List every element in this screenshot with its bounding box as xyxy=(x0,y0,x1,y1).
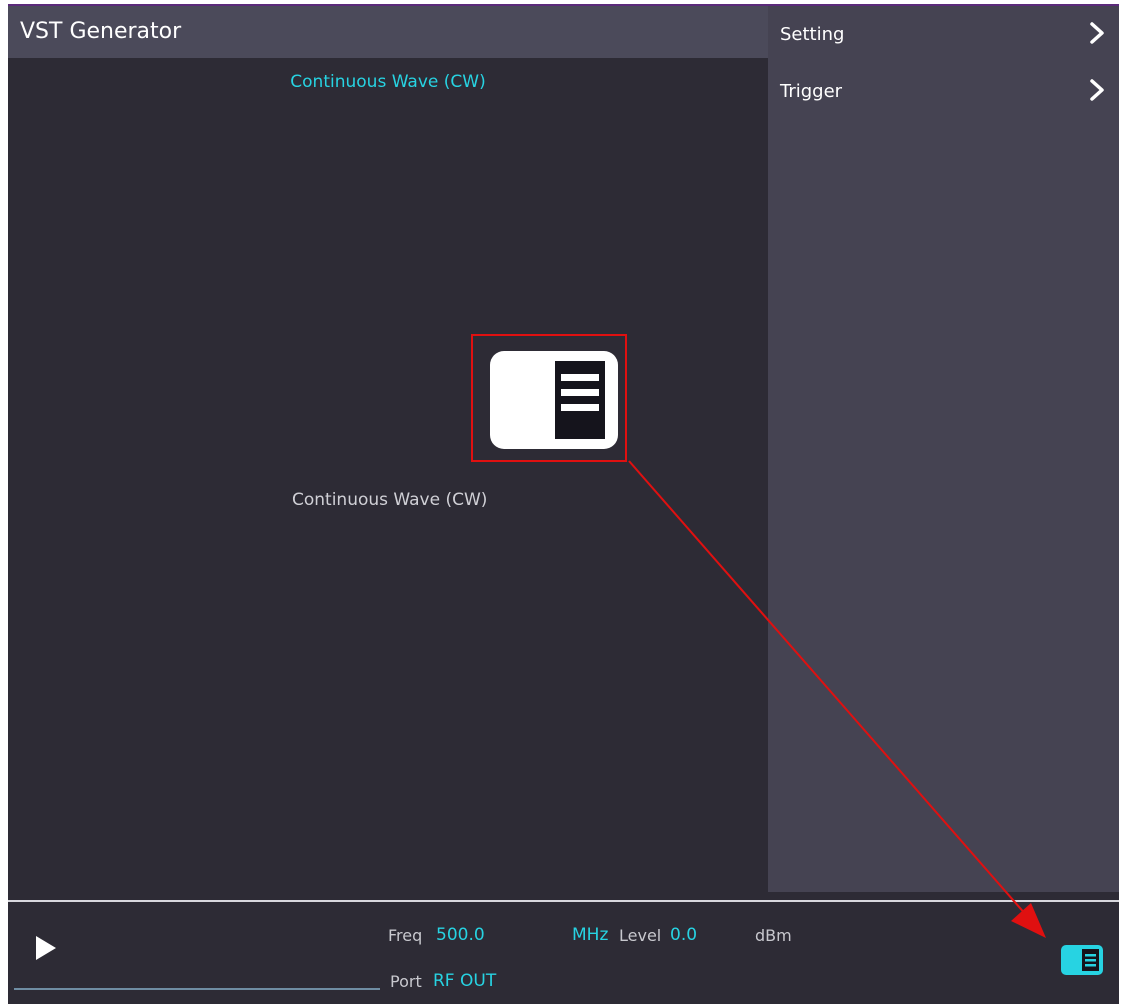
play-icon[interactable] xyxy=(34,934,58,962)
side-menu-item-label: Setting xyxy=(780,24,845,45)
mode-tile-highlight[interactable] xyxy=(471,334,627,462)
side-menu-panel: Setting Trigger xyxy=(768,6,1119,892)
status-bar-divider xyxy=(8,900,1119,902)
level-value[interactable]: 0.0 xyxy=(670,925,697,945)
side-menu-item-trigger[interactable]: Trigger xyxy=(768,63,1119,119)
port-label: Port xyxy=(390,972,422,991)
mode-title: Continuous Wave (CW) xyxy=(290,72,486,92)
mode-tile-caption: Continuous Wave (CW) xyxy=(292,490,488,510)
app-window: VST Generator Setting Trigger Continuous… xyxy=(8,6,1119,1004)
level-label: Level xyxy=(619,926,662,945)
progress-line xyxy=(14,988,380,990)
side-menu-item-setting[interactable]: Setting xyxy=(768,6,1119,62)
chevron-right-icon xyxy=(1090,79,1104,101)
side-panel-icon xyxy=(490,351,618,449)
side-menu-item-label: Trigger xyxy=(780,81,843,102)
level-unit: dBm xyxy=(755,926,792,945)
freq-value[interactable]: 500.0 xyxy=(436,925,485,945)
freq-label: Freq xyxy=(388,926,423,945)
side-panel-icon[interactable] xyxy=(1060,944,1104,976)
chevron-right-icon xyxy=(1090,22,1104,44)
title-bar: VST Generator xyxy=(8,6,768,58)
app-title: VST Generator xyxy=(20,19,182,44)
port-value[interactable]: RF OUT xyxy=(433,971,496,991)
freq-unit: MHz xyxy=(572,925,609,945)
